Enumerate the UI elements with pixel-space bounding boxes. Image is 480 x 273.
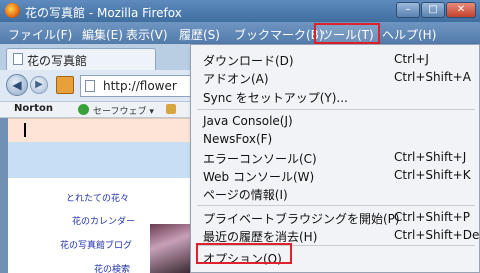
tab-strip: 花の写真館 bbox=[0, 44, 196, 70]
menu-item-shortcut: Ctrl+Shift+P bbox=[394, 210, 470, 224]
menu-history[interactable]: 履歴(S) bbox=[179, 26, 220, 43]
menu-item-web-console[interactable]: Web コンソール(W) Ctrl+Shift+K bbox=[191, 165, 479, 185]
menu-bar: ファイル(F) 編集(E) 表示(V) 履歴(S) ブックマーク(B) ツール(… bbox=[0, 22, 480, 44]
menu-item-addons[interactable]: アドオン(A) Ctrl+Shift+A bbox=[191, 67, 479, 87]
maximize-button[interactable]: □ bbox=[421, 2, 445, 18]
norton-safeweb-button[interactable]: セーフウェブ ▾ bbox=[93, 104, 154, 117]
menu-item-clear-history[interactable]: 最近の履歴を消去(H) Ctrl+Shift+Del bbox=[191, 225, 480, 245]
menu-item-sync-setup[interactable]: Sync をセットアップ(Y)... bbox=[191, 86, 479, 106]
url-bar[interactable]: http://flower bbox=[80, 75, 200, 97]
norton-logo[interactable]: Norton bbox=[14, 103, 53, 114]
page-icon bbox=[13, 53, 23, 65]
menu-item-private-browsing[interactable]: プライベートブラウジングを開始(P) Ctrl+Shift+P bbox=[191, 207, 479, 227]
tab-label: 花の写真館 bbox=[27, 54, 88, 68]
page-sidebar-strip bbox=[0, 118, 8, 273]
page-link-flower-search[interactable]: 花の検索 bbox=[94, 262, 130, 273]
text-caret bbox=[24, 123, 26, 137]
firefox-logo-icon bbox=[5, 3, 20, 18]
menu-item-label: NewsFox(F) bbox=[203, 132, 273, 146]
menu-item-shortcut: Ctrl+Shift+J bbox=[394, 150, 467, 164]
menu-item-label: ページの情報(I) bbox=[203, 188, 288, 202]
url-text: http://flower bbox=[103, 79, 177, 93]
menu-item-java-console[interactable]: Java Console(J) bbox=[191, 111, 479, 131]
home-icon[interactable] bbox=[56, 76, 74, 94]
check-icon bbox=[78, 104, 89, 115]
menu-item-newsfox[interactable]: NewsFox(F) bbox=[191, 129, 479, 149]
tools-menu: ダウンロード(D) Ctrl+J アドオン(A) Ctrl+Shift+A Sy… bbox=[190, 44, 480, 273]
tools-menu-highlight-box bbox=[314, 23, 380, 44]
menu-item-shortcut: Ctrl+J bbox=[394, 52, 429, 66]
menu-item-shortcut: Ctrl+Shift+A bbox=[394, 70, 471, 84]
menu-item-label: Sync をセットアップ(Y)... bbox=[203, 91, 348, 105]
window-title: 花の写真館 - Mozilla Firefox bbox=[25, 6, 182, 20]
menu-item-page-info[interactable]: ページの情報(I) bbox=[191, 183, 479, 203]
menu-separator bbox=[197, 205, 475, 206]
menu-separator bbox=[197, 109, 475, 110]
flower-photo bbox=[150, 224, 190, 273]
forward-button[interactable]: ▶ bbox=[30, 76, 48, 94]
minimize-button[interactable]: – bbox=[396, 2, 420, 18]
menu-item-label: Java Console(J) bbox=[203, 114, 293, 128]
title-bar: 花の写真館 - Mozilla Firefox – □ ✕ bbox=[0, 0, 480, 22]
menu-item-shortcut: Ctrl+Shift+Del bbox=[394, 228, 480, 242]
menu-item-shortcut: Ctrl+Shift+K bbox=[394, 168, 471, 182]
tab-flower-gallery[interactable]: 花の写真館 bbox=[6, 48, 156, 70]
norton-toolbar: Norton セーフウェブ ▾ bbox=[0, 102, 196, 118]
page-link-blog[interactable]: 花の写真館ブログ bbox=[60, 238, 132, 251]
lock-icon[interactable] bbox=[166, 104, 176, 114]
close-button[interactable]: ✕ bbox=[446, 2, 476, 18]
options-highlight-box bbox=[196, 243, 292, 264]
menu-edit[interactable]: 編集(E) bbox=[82, 26, 123, 43]
page-link-fresh-flowers[interactable]: とれたての花々 bbox=[66, 191, 129, 204]
menu-item-label: アドオン(A) bbox=[203, 72, 269, 86]
menu-bookmarks[interactable]: ブックマーク(B) bbox=[234, 26, 324, 43]
navigation-toolbar: ◀ ▶ http://flower bbox=[0, 70, 200, 102]
page-icon bbox=[85, 80, 95, 92]
menu-item-error-console[interactable]: エラーコンソール(C) Ctrl+Shift+J bbox=[191, 147, 479, 167]
menu-view[interactable]: 表示(V) bbox=[126, 26, 168, 43]
menu-item-downloads[interactable]: ダウンロード(D) Ctrl+J bbox=[191, 49, 479, 69]
menu-file[interactable]: ファイル(F) bbox=[8, 26, 72, 43]
back-button[interactable]: ◀ bbox=[6, 74, 28, 96]
menu-help[interactable]: ヘルプ(H) bbox=[382, 26, 436, 43]
page-header-band bbox=[8, 142, 196, 178]
page-link-flower-calendar[interactable]: 花のカレンダー bbox=[72, 214, 135, 227]
page-search-input[interactable] bbox=[8, 118, 196, 142]
